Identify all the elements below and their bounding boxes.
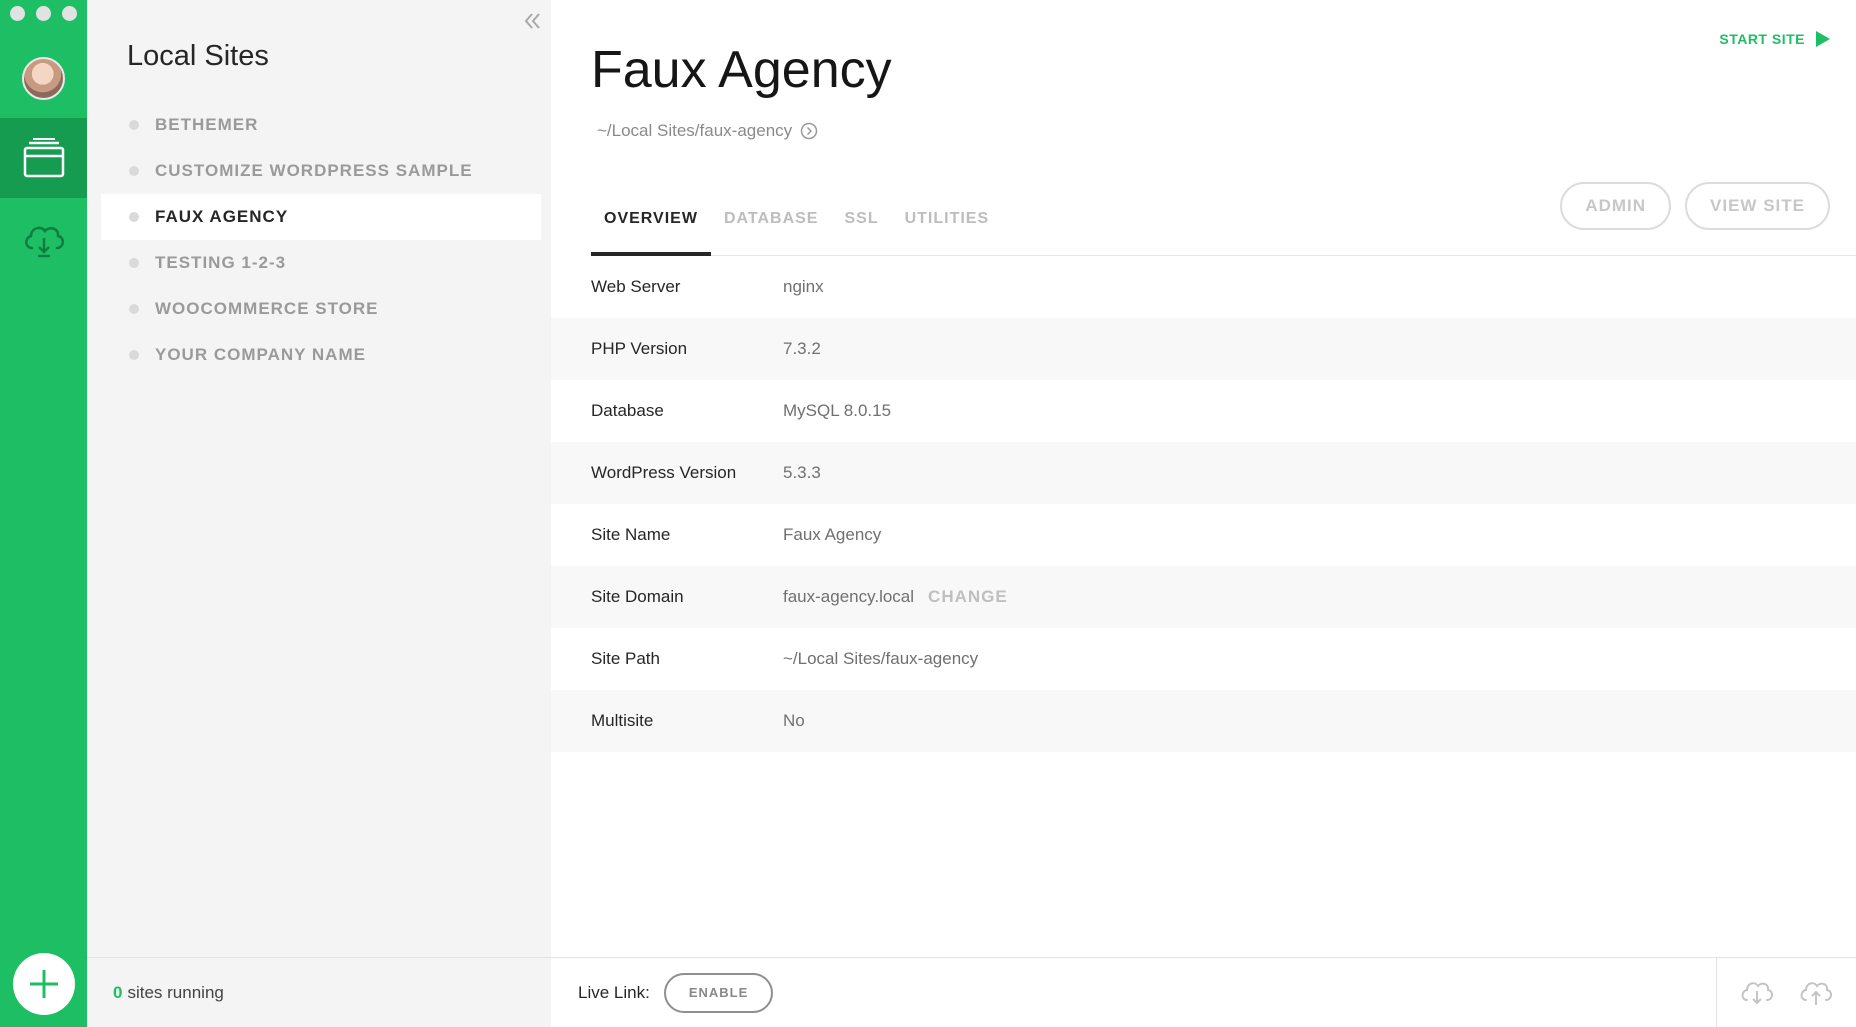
tab-overview[interactable]: OVERVIEW xyxy=(591,200,711,256)
site-item-testing-1-2-3[interactable]: TESTING 1-2-3 xyxy=(101,240,541,286)
table-row: Web Server nginx xyxy=(551,256,1856,318)
row-key: Site Path xyxy=(591,649,660,668)
tab-ssl[interactable]: SSL xyxy=(831,200,891,256)
table-row: Site Domain faux-agency.local CHANGE xyxy=(551,566,1856,628)
sites-icon xyxy=(23,138,64,178)
row-value: 7.3.2 xyxy=(783,339,821,358)
site-title: Faux Agency xyxy=(591,41,892,99)
site-status-dot xyxy=(129,212,139,222)
table-row: WordPress Version 5.3.3 xyxy=(551,442,1856,504)
table-row: Database MySQL 8.0.15 xyxy=(551,380,1856,442)
sites-panel: Local Sites BETHEMER CUSTOMIZE WORDPRESS… xyxy=(87,0,551,1027)
collapse-sidebar-icon[interactable] xyxy=(522,10,544,32)
site-path-link[interactable]: ~/Local Sites/faux-agency xyxy=(597,121,818,141)
start-site-label: START SITE xyxy=(1719,31,1805,47)
cloud-download-icon[interactable] xyxy=(1739,978,1775,1008)
sites-running-label: sites running xyxy=(127,982,224,1002)
close-window-button[interactable] xyxy=(10,6,25,21)
site-tabs: OVERVIEW DATABASE SSL UTILITIES xyxy=(591,200,1856,256)
site-item-woocommerce-store[interactable]: WOOCOMMERCE STORE xyxy=(101,286,541,332)
row-value: MySQL 8.0.15 xyxy=(783,401,892,420)
start-site-button[interactable]: START SITE xyxy=(1719,30,1831,48)
row-value: Faux Agency xyxy=(783,525,882,544)
site-item-label: YOUR COMPANY NAME xyxy=(155,345,366,364)
site-item-bethemer[interactable]: BETHEMER xyxy=(101,102,541,148)
site-list: BETHEMER CUSTOMIZE WORDPRESS SAMPLE FAUX… xyxy=(101,102,541,378)
cloud-sync-buttons xyxy=(1716,958,1856,1027)
row-key: Web Server xyxy=(591,277,681,296)
site-domain-value: faux-agency.local xyxy=(783,587,915,606)
sites-running-count: 0 xyxy=(113,982,123,1002)
site-status-dot xyxy=(129,166,139,176)
row-key: WordPress Version xyxy=(591,463,737,482)
site-status-dot xyxy=(129,258,139,268)
row-value: No xyxy=(783,711,805,730)
window-controls xyxy=(10,6,77,21)
site-item-label: TESTING 1-2-3 xyxy=(155,253,287,272)
enable-live-link-button[interactable]: ENABLE xyxy=(663,972,774,1013)
change-domain-button[interactable]: CHANGE xyxy=(928,587,1008,607)
table-row: PHP Version 7.3.2 xyxy=(551,318,1856,380)
site-status-dot xyxy=(129,304,139,314)
overview-table: Web Server nginx PHP Version 7.3.2 Datab… xyxy=(551,256,1856,752)
site-item-label: BETHEMER xyxy=(155,115,259,134)
cloud-upload-icon[interactable] xyxy=(1798,978,1834,1008)
site-status-dot xyxy=(129,120,139,130)
row-key: Multisite xyxy=(591,711,654,730)
play-icon xyxy=(1816,31,1830,47)
plus-icon xyxy=(30,970,58,998)
sites-running-status: 0 sites running xyxy=(87,957,551,1027)
zoom-window-button[interactable] xyxy=(62,6,77,21)
site-item-your-company-name[interactable]: YOUR COMPANY NAME xyxy=(101,332,541,378)
row-value: 5.3.3 xyxy=(783,463,821,482)
row-key: Site Domain xyxy=(591,587,684,606)
site-detail-panel: START SITE Faux Agency ~/Local Sites/fau… xyxy=(551,0,1856,1027)
table-row: Site Path ~/Local Sites/faux-agency xyxy=(551,628,1856,690)
cloud-download-icon xyxy=(24,226,64,258)
live-link-label: Live Link: xyxy=(578,982,650,1002)
row-key: PHP Version xyxy=(591,339,688,358)
live-link-bar: Live Link: ENABLE xyxy=(551,957,1856,1027)
site-item-customize-wordpress-sample[interactable]: CUSTOMIZE WORDPRESS SAMPLE xyxy=(101,148,541,194)
local-app-window: Local Sites BETHEMER CUSTOMIZE WORDPRESS… xyxy=(0,0,1856,1027)
row-value-group: faux-agency.local CHANGE xyxy=(783,587,1008,607)
site-status-dot xyxy=(129,350,139,360)
row-key: Database xyxy=(591,401,664,420)
avatar[interactable] xyxy=(22,57,65,100)
add-site-button[interactable] xyxy=(13,953,75,1015)
site-path-text: ~/Local Sites/faux-agency xyxy=(597,121,793,140)
reveal-in-finder-icon[interactable] xyxy=(800,122,818,140)
table-row: Multisite No xyxy=(551,690,1856,752)
row-value: ~/Local Sites/faux-agency xyxy=(783,649,979,668)
table-row: Site Name Faux Agency xyxy=(551,504,1856,566)
tab-utilities[interactable]: UTILITIES xyxy=(892,200,1003,256)
site-item-faux-agency[interactable]: FAUX AGENCY xyxy=(101,194,541,240)
rail-sites-button[interactable] xyxy=(0,118,87,198)
rail-connect-button[interactable] xyxy=(0,210,87,270)
app-rail xyxy=(0,0,87,1027)
minimize-window-button[interactable] xyxy=(36,6,51,21)
site-item-label: CUSTOMIZE WORDPRESS SAMPLE xyxy=(155,161,473,180)
row-value: nginx xyxy=(783,277,824,296)
site-item-label: WOOCOMMERCE STORE xyxy=(155,299,379,318)
tab-database[interactable]: DATABASE xyxy=(711,200,832,256)
site-item-label: FAUX AGENCY xyxy=(155,207,289,226)
sites-panel-title: Local Sites xyxy=(127,40,269,72)
row-key: Site Name xyxy=(591,525,671,544)
